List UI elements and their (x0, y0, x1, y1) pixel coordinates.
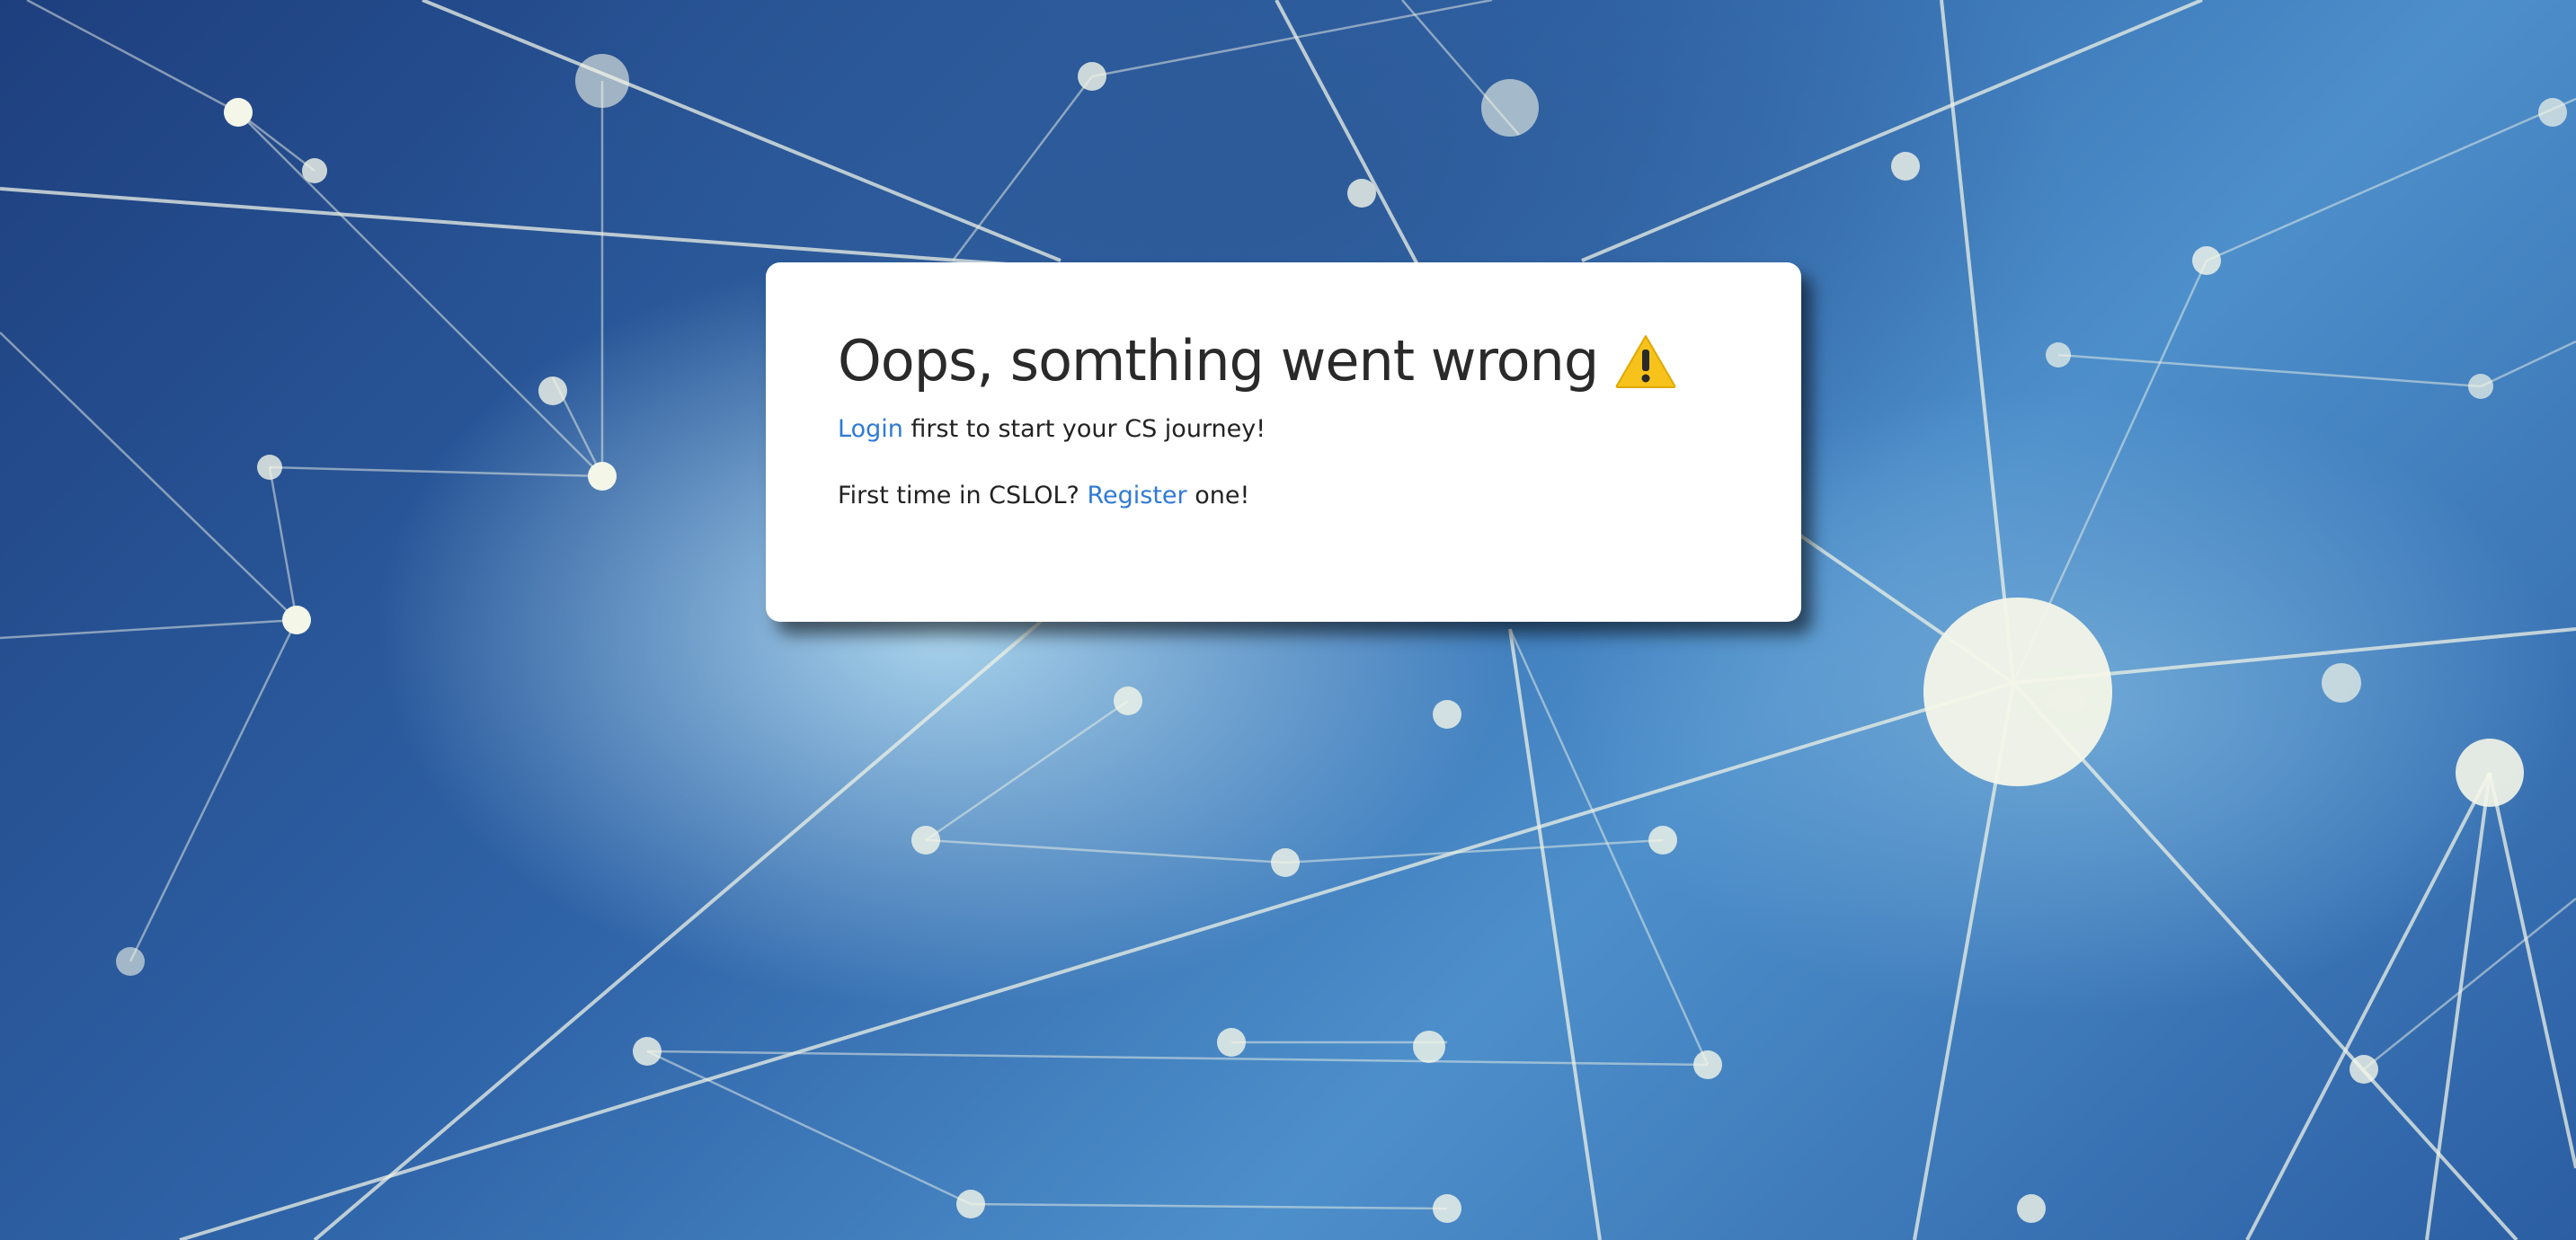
error-card: Oops, somthing went wrong Login first to… (766, 262, 1801, 622)
login-link[interactable]: Login (838, 415, 903, 443)
error-title: Oops, somthing went wrong (838, 328, 1599, 394)
login-message-text: first to start your CS journey! (902, 415, 1266, 443)
warning-icon (1615, 335, 1676, 388)
register-message-suffix: one! (1186, 482, 1250, 509)
error-heading: Oops, somthing went wrong (838, 325, 1729, 397)
register-link[interactable]: Register (1087, 482, 1186, 509)
register-message: First time in CSLOL? Register one! (838, 478, 1729, 514)
register-message-prefix: First time in CSLOL? (838, 482, 1088, 509)
login-message: Login first to start your CS journey! (838, 412, 1729, 447)
